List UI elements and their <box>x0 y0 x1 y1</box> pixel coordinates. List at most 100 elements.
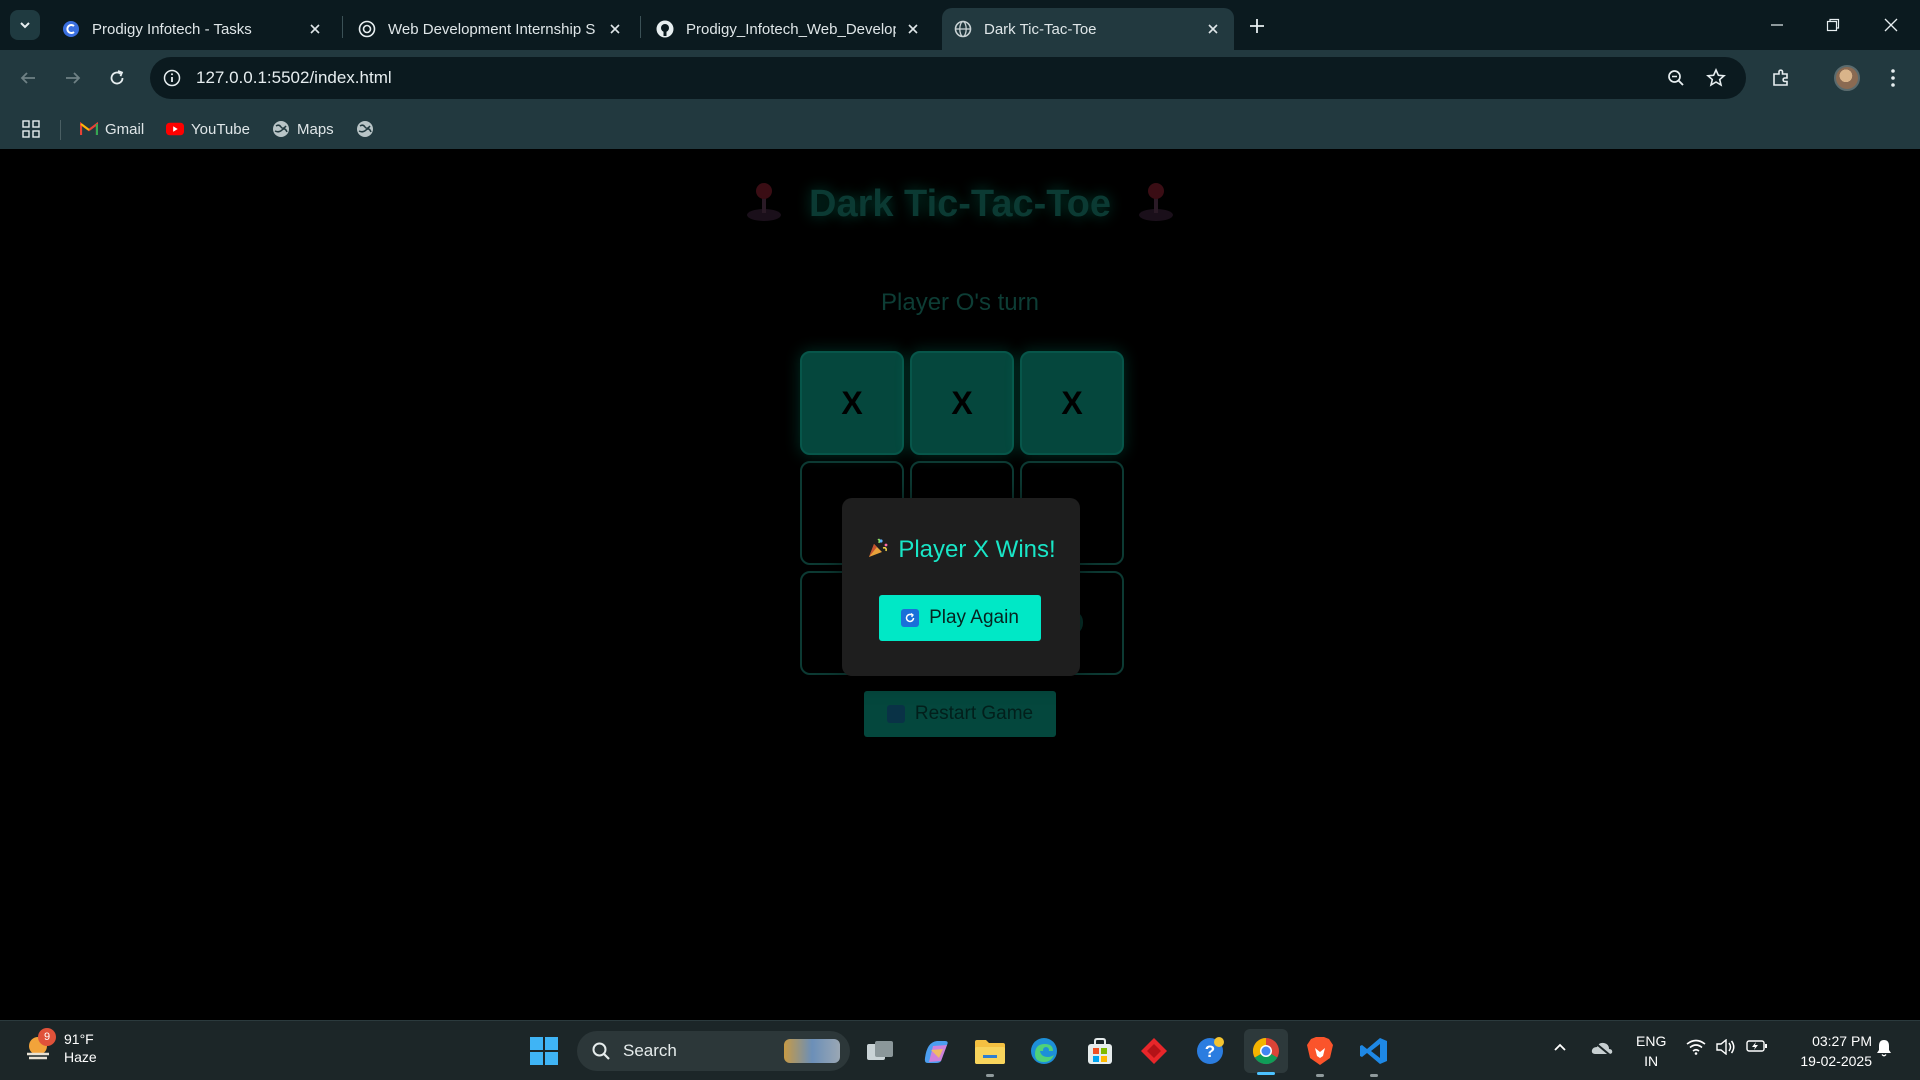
bookmark-star-icon[interactable] <box>1704 66 1728 90</box>
tab-dark-tic-tac-toe[interactable]: Dark Tic-Tac-Toe <box>942 8 1234 50</box>
cloud-off-icon <box>1591 1040 1613 1057</box>
maps-icon <box>272 120 290 138</box>
anydesk-app[interactable] <box>1136 1033 1172 1069</box>
bookmark-label: Gmail <box>105 120 145 138</box>
language-indicator[interactable]: ENG IN <box>1636 1031 1666 1071</box>
back-button[interactable] <box>12 62 44 94</box>
turn-status: Player O's turn <box>881 289 1039 316</box>
taskbar-search[interactable]: Search <box>577 1031 850 1071</box>
extensions-icon[interactable] <box>1766 63 1796 93</box>
search-highlight-image <box>784 1039 840 1063</box>
tab-search-button[interactable] <box>10 10 40 40</box>
bookmark-globe[interactable] <box>356 116 381 142</box>
address-bar[interactable]: 127.0.0.1:5502/index.html <box>150 57 1746 99</box>
restore-icon <box>1826 18 1840 32</box>
tab-title: Dark Tic-Tac-Toe <box>984 20 1097 38</box>
browser-toolbar: 127.0.0.1:5502/index.html <box>0 50 1920 108</box>
tab-title: Web Development Internship S <box>388 20 596 38</box>
file-explorer-app[interactable] <box>972 1033 1008 1077</box>
wifi-tray[interactable] <box>1686 1039 1706 1055</box>
joystick-icon <box>1136 179 1176 233</box>
new-tab-button[interactable] <box>1245 14 1269 38</box>
weather-badge: 9 <box>38 1028 56 1046</box>
prodigy-icon <box>62 20 80 38</box>
store-icon <box>1088 1038 1112 1064</box>
weather-haze-icon: 9 <box>22 1028 56 1064</box>
page-viewport: Dark Tic-Tac-Toe Player O's turn X X X O… <box>0 151 1920 1020</box>
game-title: Dark Tic-Tac-Toe <box>0 179 1920 233</box>
browser-menu-button[interactable] <box>1878 63 1908 93</box>
minimize-button[interactable] <box>1762 10 1792 40</box>
active-indicator <box>1257 1072 1275 1075</box>
weather-condition: Haze <box>64 1049 97 1065</box>
clock-date: 19-02-2025 <box>1800 1053 1872 1069</box>
site-info-icon[interactable] <box>160 66 184 90</box>
winner-modal: Player X Wins! Play Again <box>842 498 1080 676</box>
bookmark-maps[interactable]: Maps <box>272 116 334 142</box>
reload-button[interactable] <box>101 62 133 94</box>
play-again-button[interactable]: Play Again <box>879 595 1041 641</box>
tab-github-repo[interactable]: Prodigy_Infotech_Web_Develop <box>644 8 934 50</box>
start-button[interactable] <box>530 1037 558 1065</box>
bookmarks-divider <box>60 120 61 140</box>
edge-app[interactable] <box>1026 1033 1062 1069</box>
bookmark-gmail[interactable]: Gmail <box>80 116 144 142</box>
bookmark-label: Maps <box>297 120 334 138</box>
chevron-up-icon <box>1554 1043 1566 1051</box>
chrome-app[interactable] <box>1244 1029 1288 1075</box>
tab-strip: Prodigy Infotech - Tasks Web Development… <box>0 0 1920 50</box>
tab-title: Prodigy_Infotech_Web_Develop <box>686 20 896 38</box>
board-cell[interactable]: X <box>910 351 1014 455</box>
diamond-app-icon <box>1141 1038 1167 1064</box>
tab-web-dev-internship[interactable]: Web Development Internship S <box>346 8 636 50</box>
svg-text:?: ? <box>1205 1042 1215 1061</box>
task-view-button[interactable] <box>862 1033 898 1069</box>
language-region: IN <box>1644 1053 1659 1069</box>
restart-game-button[interactable]: Restart Game <box>864 691 1056 737</box>
weather-widget[interactable]: 9 91°F Haze <box>22 1028 97 1066</box>
restore-button[interactable] <box>1818 10 1848 40</box>
bookmarks-bar: Gmail YouTube Maps <box>0 108 1920 150</box>
windows-taskbar: 9 91°F Haze Search ? ENG IN 03:27 PM 19-… <box>0 1020 1920 1080</box>
language-code: ENG <box>1636 1033 1667 1049</box>
volume-tray[interactable] <box>1716 1039 1736 1055</box>
refresh-icon <box>886 705 905 723</box>
onedrive-tray[interactable] <box>1590 1039 1614 1057</box>
show-hidden-icons-button[interactable] <box>1552 1039 1568 1055</box>
battery-tray[interactable] <box>1746 1039 1768 1053</box>
brave-lion-icon <box>1307 1037 1333 1065</box>
board-cell[interactable]: X <box>1020 351 1124 455</box>
tab-prodigy-tasks[interactable]: Prodigy Infotech - Tasks <box>50 8 336 50</box>
minimize-icon <box>1771 24 1783 26</box>
close-tab-icon[interactable] <box>606 20 624 38</box>
zoom-icon[interactable] <box>1664 66 1688 90</box>
help-app[interactable]: ? <box>1192 1033 1228 1069</box>
close-tab-icon[interactable] <box>306 20 324 38</box>
system-clock[interactable]: 03:27 PM 19-02-2025 <box>1786 1031 1872 1071</box>
notifications-button[interactable] <box>1876 1039 1892 1057</box>
url-text[interactable]: 127.0.0.1:5502/index.html <box>196 68 392 88</box>
vscode-icon <box>1360 1038 1387 1064</box>
forward-button[interactable] <box>57 62 89 94</box>
bookmark-youtube[interactable]: YouTube <box>166 116 250 142</box>
search-icon <box>592 1042 610 1060</box>
profile-avatar[interactable] <box>1832 63 1862 93</box>
close-window-button[interactable] <box>1876 10 1906 40</box>
vscode-app[interactable] <box>1356 1033 1392 1077</box>
board-cell[interactable]: X <box>800 351 904 455</box>
openai-icon <box>358 20 376 38</box>
weather-temp: 91°F <box>64 1031 94 1047</box>
close-tab-icon[interactable] <box>904 20 922 38</box>
arrow-right-icon <box>66 72 81 84</box>
brave-app[interactable] <box>1302 1033 1338 1077</box>
bell-icon <box>1877 1040 1891 1057</box>
close-tab-icon[interactable] <box>1204 20 1222 38</box>
search-label: Search <box>623 1041 677 1060</box>
tab-divider <box>640 16 641 38</box>
kebab-menu-icon <box>1891 69 1895 87</box>
edge-icon <box>1031 1038 1057 1064</box>
github-icon <box>656 20 674 38</box>
microsoft-store-app[interactable] <box>1082 1033 1118 1069</box>
copilot-app[interactable] <box>918 1033 954 1069</box>
apps-button[interactable] <box>22 116 40 142</box>
